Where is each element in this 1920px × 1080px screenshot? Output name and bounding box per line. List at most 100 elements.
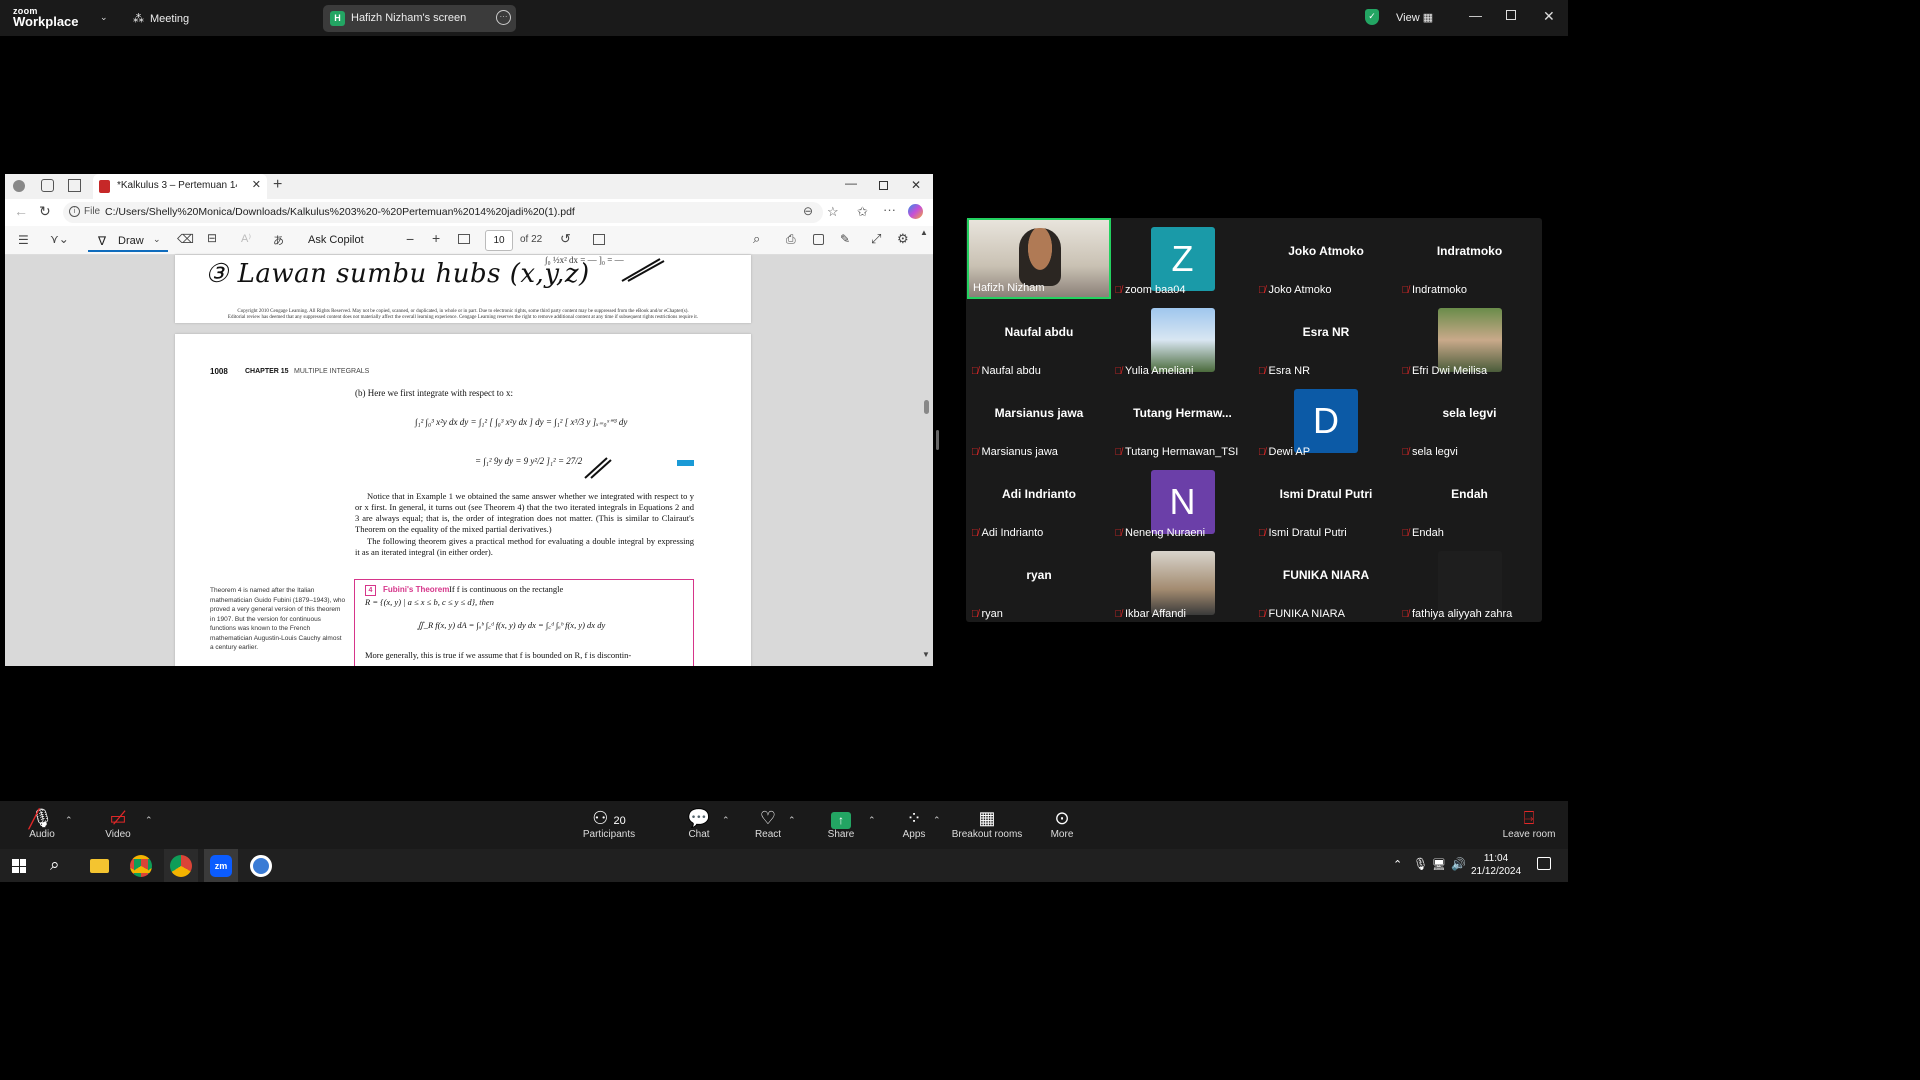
participant-tile[interactable]: Adi Indrianto 🎙̸ Adi Indrianto [967,461,1111,542]
tray-mic-icon[interactable]: 🎙 [1413,857,1428,871]
notifications-icon[interactable] [1537,857,1551,870]
splitter-handle[interactable] [936,430,939,450]
translate-icon[interactable]: あ [273,232,284,248]
back-icon[interactable]: ← [14,203,28,219]
tray-chevron-icon[interactable]: ⌃ [1393,858,1402,871]
fullscreen-icon[interactable]: ⤢ [871,231,881,247]
save-as-icon[interactable]: ✎ [840,232,850,246]
react-button[interactable]: ♡ React [751,807,785,840]
participant-tile[interactable]: sela legvi 🎙̸ sela legvi [1398,380,1542,461]
more-button[interactable]: ⊙ More [1046,807,1078,840]
print-icon[interactable]: ⎙ [786,232,796,247]
windows-start-icon[interactable] [12,859,26,873]
more-options-icon[interactable]: ··· [496,10,511,25]
settings-gear-icon[interactable]: ⚙ [897,231,909,247]
refresh-icon[interactable]: ↻ [39,203,51,220]
audio-options-chevron-icon[interactable]: ⌃ [65,815,73,826]
favorite-star-icon[interactable]: ☆ [827,204,839,220]
participant-tile[interactable]: Hafizh Nizham [967,218,1111,299]
share-options-chevron-icon[interactable]: ⌃ [868,815,876,826]
chrome-icon[interactable] [130,855,152,877]
browser-close-icon[interactable]: ✕ [911,178,921,192]
participant-tile[interactable]: Esra NR 🎙̸ Esra NR [1254,299,1398,380]
eraser-icon[interactable]: ⌫ [177,232,194,246]
info-icon[interactable]: i [69,206,80,217]
zoom-app-icon[interactable]: zm [210,855,232,877]
workspaces-icon[interactable] [41,179,54,192]
apps-options-chevron-icon[interactable]: ⌃ [933,815,941,826]
page-number-input[interactable]: 10 [485,230,513,251]
participant-tile[interactable]: Endah 🎙̸ Endah [1398,461,1542,542]
chrome-profile-icon[interactable] [170,855,192,877]
zoom-in-button[interactable]: + [432,230,440,246]
meeting-menu[interactable]: ⁂ Meeting [133,12,189,25]
scroll-down-icon[interactable]: ▼ [922,650,930,659]
draw-button[interactable]: ∇ Draw ⌄ [88,230,168,252]
participant-tile[interactable]: 🎙̸ fathiya aliyyah zahra [1398,542,1542,623]
zoom-meeting-icon[interactable] [250,855,272,877]
volume-icon[interactable]: 🔊 [1451,857,1466,871]
apps-button[interactable]: ⁘ Apps [898,807,930,840]
tab-pdf[interactable]: *Kalkulus 3 – Pertemuan 14 jadi ( ✕ [93,174,267,199]
page-view-icon[interactable] [593,234,605,245]
audio-button[interactable]: 🎙 ╱ Audio [22,807,62,840]
file-explorer-icon[interactable] [90,859,109,873]
breakout-rooms-button[interactable]: ▦ Breakout rooms [950,807,1024,840]
participant-tile[interactable]: FUNIKA NIARA 🎙̸ FUNIKA NIARA [1254,542,1398,623]
url-field[interactable]: i File C:/Users/Shelly%20Monica/Download… [63,202,823,223]
participant-tile[interactable]: 🎙̸ Ikbar Affandi [1111,542,1255,623]
participant-tile[interactable]: Marsianus jawa 🎙̸ Marsianus jawa [967,380,1111,461]
close-tab-icon[interactable]: ✕ [252,178,261,191]
react-options-chevron-icon[interactable]: ⌃ [788,815,796,826]
participant-tile[interactable]: D 🎙̸ Dewi AP [1254,380,1398,461]
browser-minimize-icon[interactable]: — [845,176,857,190]
pdf-scrollbar[interactable]: ▼ [922,255,931,666]
shared-screen-pill[interactable]: H Hafizh Nizham's screen ··· [323,5,516,32]
ask-copilot-button[interactable]: Ask Copilot [308,234,364,246]
close-icon[interactable]: ✕ [1543,8,1555,25]
text-box-icon[interactable]: ⊟ [207,231,217,245]
browser-restore-icon[interactable] [879,181,888,190]
chevron-down-icon[interactable]: ⌄ [100,12,108,23]
copilot-icon[interactable] [908,204,923,219]
restore-icon[interactable] [1506,10,1516,20]
fit-page-icon[interactable] [458,234,470,244]
profile-icon[interactable] [13,180,25,192]
participant-tile[interactable]: N 🎙̸ Neneng Nuraeni [1111,461,1255,542]
participant-tile[interactable]: Naufal abdu 🎙̸ Naufal abdu [967,299,1111,380]
highlight-icon[interactable]: ⋎⌄ [50,232,69,246]
participant-tile[interactable]: Ismi Dratul Putri 🎙̸ Ismi Dratul Putri [1254,461,1398,542]
chat-options-chevron-icon[interactable]: ⌃ [722,815,730,826]
participants-button[interactable]: ⚇ 20 Participants [580,807,638,840]
chat-button[interactable]: 💬 Chat [682,807,716,840]
clock[interactable]: 11:04 21/12/2024 [1470,852,1522,878]
scroll-up-icon[interactable]: ▲ [920,228,928,237]
read-aloud-icon[interactable]: A⁾ [241,232,251,245]
save-icon[interactable] [813,234,824,245]
view-button[interactable]: View ▦ [1396,11,1433,24]
participant-tile[interactable]: Indratmoko 🎙̸ Indratmoko [1398,218,1542,299]
participant-tile[interactable]: ryan 🎙̸ ryan [967,542,1111,623]
leave-room-button[interactable]: ⍈ Leave room [1500,807,1558,840]
network-icon[interactable]: 🖥 [1432,858,1446,871]
scrollbar-thumb[interactable] [924,400,929,414]
participant-tile[interactable]: Tutang Hermaw... 🎙̸ Tutang Hermawan_TSI [1111,380,1255,461]
share-button[interactable]: ↑ Share [824,807,858,840]
video-options-chevron-icon[interactable]: ⌃ [145,815,153,826]
rotate-icon[interactable]: ↺ [560,231,571,247]
participant-tile[interactable]: Joko Atmoko 🎙̸ Joko Atmoko [1254,218,1398,299]
zoom-out-button[interactable]: − [406,231,414,247]
minimize-icon[interactable]: — [1469,8,1482,23]
participant-tile[interactable]: 🎙̸ Yulia Ameliani [1111,299,1255,380]
search-icon[interactable]: ⌕ [50,855,60,875]
tab-actions-icon[interactable] [68,179,81,192]
new-tab-icon[interactable]: + [273,176,282,194]
favorites-icon[interactable]: ✩ [857,204,868,220]
search-icon[interactable]: ⌕ [753,231,760,247]
zoom-out-icon[interactable]: ⊖ [803,204,813,218]
participant-tile[interactable]: Z 🎙̸ zoom baa04 [1111,218,1255,299]
browser-menu-icon[interactable]: ··· [883,202,896,217]
pdf-canvas[interactable]: ③ Lawan sumbu hubs (x,y,z) ∫₀ ½x² dx = —… [5,255,933,666]
shield-check-icon[interactable]: ✓ [1365,9,1379,25]
contents-icon[interactable]: ☰ [18,233,29,247]
